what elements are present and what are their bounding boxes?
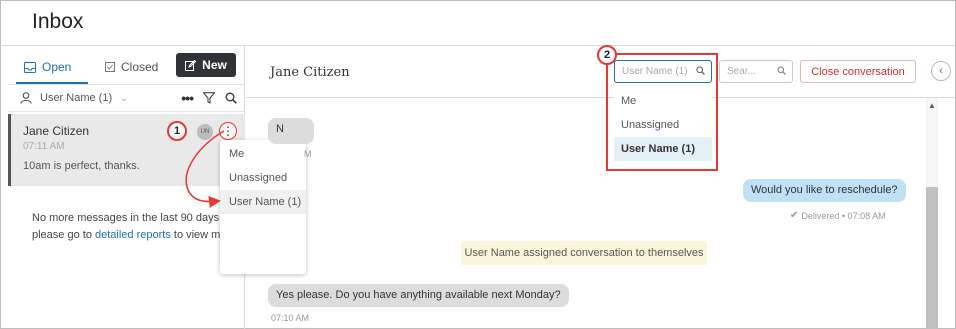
more-options-icon[interactable]: ••• [181, 90, 194, 106]
tab-closed[interactable]: Closed [105, 60, 158, 74]
new-button-label: New [202, 58, 227, 72]
search-icon [777, 66, 786, 75]
inbox-icon [24, 61, 36, 73]
callout-badge-2: 2 [597, 45, 617, 65]
collapse-panel-button[interactable]: ‹ [931, 61, 951, 81]
conversation-name: Jane Citizen [23, 124, 90, 138]
incoming-message-text: Yes please. Do you have anything availab… [276, 289, 561, 301]
callout-arrow [185, 130, 225, 208]
filter-actions: ••• [181, 90, 237, 106]
message-time: 07:10 AM [271, 313, 310, 323]
page-header: Inbox [0, 0, 956, 46]
chevron-left-icon: ‹ [939, 65, 943, 77]
conversation-time: 07:11 AM [23, 141, 65, 152]
callout-highlight-box [606, 53, 718, 171]
detailed-reports-link[interactable]: detailed reports [95, 229, 171, 241]
new-conversation-button[interactable]: New [176, 53, 236, 77]
outgoing-message-bubble: Would you like to reschedule? [743, 179, 906, 202]
close-conversation-button[interactable]: Close conversation [800, 60, 916, 83]
conversation-snippet: 10am is perfect, thanks. [23, 160, 140, 172]
incoming-message-bubble: Yes please. Do you have anything availab… [268, 284, 569, 307]
scrollbar-thumb[interactable] [926, 187, 938, 329]
tab-open-label: Open [42, 60, 72, 74]
outgoing-message-text: Would you like to reschedule? [751, 184, 898, 196]
system-note: User Name assigned conversation to thems… [461, 241, 707, 265]
incoming-message-bubble: N [268, 118, 314, 144]
message-time: M [304, 149, 312, 159]
tab-open[interactable]: Open [24, 60, 71, 74]
page-title: Inbox [32, 10, 84, 33]
empty-history-message: No more messages in the last 90 days, pl… [32, 210, 242, 244]
chat-title: Jane Citizen [270, 65, 350, 80]
user-filter-label: User Name (1) [40, 92, 113, 104]
checkmark-icon: ✔ [790, 210, 799, 221]
edit-icon [185, 59, 197, 71]
chevron-down-icon: ⌄ [120, 92, 128, 103]
chat-search-input[interactable]: Sear... [719, 60, 793, 83]
user-filter-dropdown[interactable]: User Name (1) ⌄ [20, 92, 128, 104]
chat-search-placeholder: Sear... [727, 66, 756, 77]
closed-checkbox-icon [105, 62, 115, 72]
tab-closed-label: Closed [121, 60, 159, 74]
delivery-status-text: Delivered • 07:08 AM [801, 210, 886, 221]
incoming-message-text: N [276, 123, 284, 135]
filter-row: User Name (1) ⌄ ••• [8, 84, 245, 112]
scroll-up-arrow-icon[interactable]: ▲ [926, 100, 938, 112]
message-delivery-status: ✔ Delivered • 07:08 AM [790, 210, 886, 221]
search-icon[interactable] [225, 92, 237, 104]
user-icon [20, 92, 32, 104]
filter-icon[interactable] [203, 92, 215, 104]
